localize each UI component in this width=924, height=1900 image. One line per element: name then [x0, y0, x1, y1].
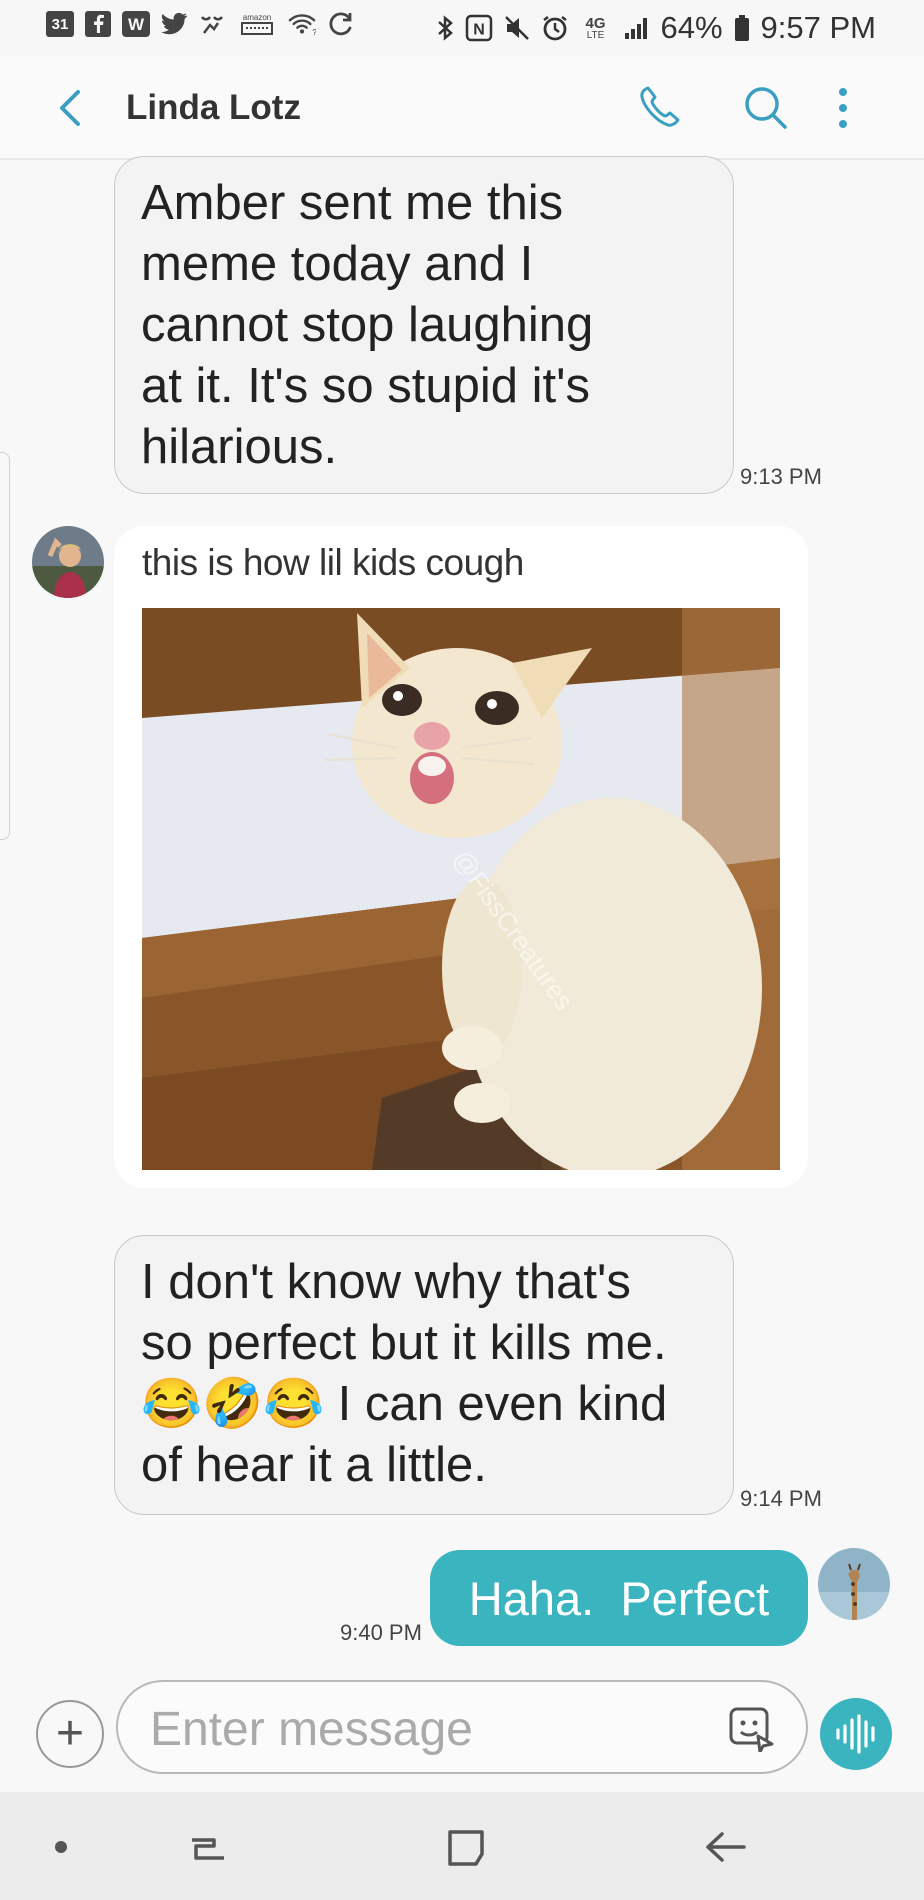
- message-line: I don't know why that's: [141, 1255, 631, 1309]
- home-icon[interactable]: [440, 1822, 490, 1872]
- message-line: of hear it a little.: [141, 1438, 487, 1492]
- svg-text:W: W: [128, 15, 145, 34]
- cat-meme-image[interactable]: @FissCreatures: [142, 608, 780, 1170]
- voice-icon: [836, 1714, 875, 1754]
- laughing-emoji: 😂: [141, 1377, 203, 1431]
- message-line: so perfect but it kills me.: [141, 1316, 667, 1370]
- edge-panel-handle[interactable]: [0, 452, 10, 840]
- message-line-with-emoji: 😂🤣😂 I can even kind: [141, 1374, 707, 1435]
- bluetooth-icon: [435, 14, 455, 42]
- battery-percent: 64%: [660, 10, 723, 45]
- svg-text:?: ?: [312, 27, 316, 37]
- sync-icon: [326, 10, 354, 38]
- contact-name[interactable]: Linda Lotz: [126, 88, 301, 128]
- conversation-header: Linda Lotz: [0, 56, 924, 160]
- mute-icon: [503, 14, 531, 42]
- dot-icon[interactable]: [36, 1822, 86, 1872]
- rofl-emoji: 🤣: [202, 1377, 264, 1431]
- facebook-icon: [84, 10, 112, 38]
- wifi-icon: ?: [288, 10, 316, 38]
- outgoing-message-bubble[interactable]: Haha. Perfect: [430, 1550, 808, 1646]
- back-icon[interactable]: [52, 86, 92, 130]
- twitter-icon: [160, 10, 188, 38]
- add-icon: +: [55, 1707, 85, 1760]
- status-bar: 31 W amazon ? N: [0, 0, 924, 56]
- message-line-text: I can even kind: [337, 1377, 668, 1431]
- user-avatar[interactable]: [818, 1548, 890, 1620]
- wordpress-icon: W: [122, 10, 150, 38]
- incoming-message-bubble[interactable]: Amber sent me this meme today and I cann…: [114, 156, 734, 494]
- navigation-bar: [0, 1792, 924, 1900]
- voice-record-button[interactable]: [820, 1698, 892, 1770]
- message-input-placeholder: Enter message: [150, 1703, 473, 1756]
- message-line: Amber sent me this: [141, 176, 564, 230]
- search-icon[interactable]: [740, 82, 792, 134]
- message-input[interactable]: Enter message: [116, 1680, 808, 1774]
- svg-text:amazon: amazon: [243, 13, 271, 22]
- phone-icon[interactable]: [634, 82, 686, 134]
- message-line: at it. It's so stupid it's: [141, 359, 590, 413]
- message-line: hilarious.: [141, 420, 338, 474]
- message-time: 9:14 PM: [740, 1486, 822, 1511]
- message-time: 9:40 PM: [340, 1620, 422, 1645]
- add-attachment-button[interactable]: +: [36, 1700, 104, 1768]
- signal-icon: [623, 14, 651, 42]
- message-line: meme today and I: [141, 237, 534, 291]
- laughing-emoji: 😂: [263, 1377, 325, 1431]
- svg-text:N: N: [473, 22, 485, 39]
- message-text: Haha. Perfect: [468, 1571, 770, 1625]
- status-time: 9:57 PM: [760, 10, 876, 45]
- image-message-card[interactable]: this is how lil kids cough @FissCreature…: [114, 526, 808, 1188]
- message-line: cannot stop laughing: [141, 298, 594, 352]
- network-type: 4G LTE: [585, 14, 606, 41]
- incoming-message-bubble[interactable]: I don't know why that's so perfect but i…: [114, 1235, 734, 1515]
- contact-avatar[interactable]: [32, 526, 104, 598]
- sticker-icon[interactable]: [728, 1706, 776, 1754]
- nfc-icon: N: [465, 14, 493, 42]
- calendar-icon: 31: [46, 11, 74, 37]
- battery-icon: [733, 14, 751, 42]
- alarm-icon: [541, 14, 569, 42]
- amazon-icon: amazon: [236, 10, 278, 38]
- back-nav-icon[interactable]: [700, 1822, 750, 1872]
- more-icon[interactable]: [828, 82, 858, 134]
- image-caption: this is how lil kids cough: [142, 542, 524, 583]
- recents-icon[interactable]: [182, 1822, 232, 1872]
- message-time: 9:13 PM: [740, 464, 822, 489]
- sleep-icon: [198, 10, 226, 38]
